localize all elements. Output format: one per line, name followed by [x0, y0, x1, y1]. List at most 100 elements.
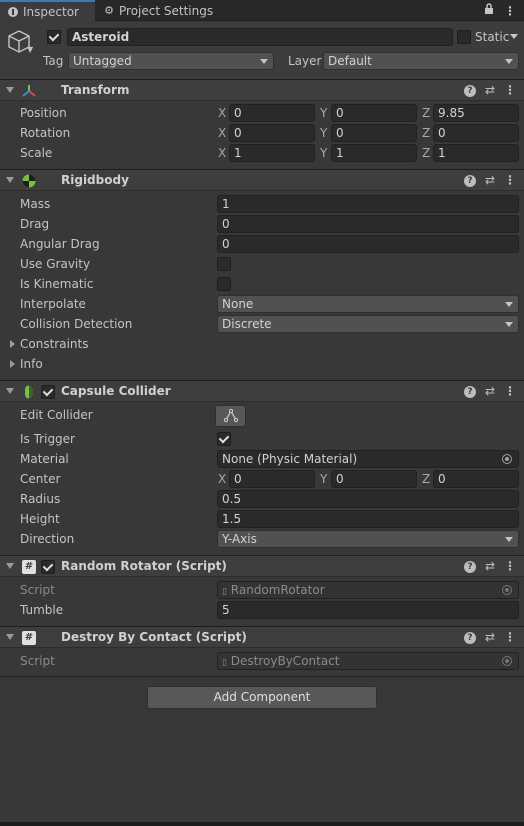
static-dropdown-arrow[interactable] [510, 34, 518, 39]
capsule-collider-header[interactable]: Capsule Collider ? ⇄ ⋮ [0, 380, 524, 402]
component-tools: ? ⇄ ⋮ [463, 384, 516, 398]
icon-dropdown-arrow[interactable]: ▼ [27, 45, 33, 54]
material-value: None (Physic Material) [222, 452, 358, 466]
collision-detection-dropdown[interactable]: Discrete [217, 315, 519, 333]
kebab-menu-icon[interactable]: ⋮ [504, 83, 516, 97]
info-foldout-icon[interactable] [10, 360, 15, 368]
rotation-x-field[interactable]: 0 [229, 124, 315, 142]
radius-field[interactable]: 0.5 [217, 490, 519, 508]
is-kinematic-checkbox[interactable] [217, 277, 231, 291]
axis-z-label: Z [422, 126, 431, 140]
presets-icon[interactable]: ⇄ [485, 559, 495, 573]
rotation-z-field[interactable]: 0 [433, 124, 519, 142]
foldout-arrow-icon[interactable] [6, 388, 14, 394]
info-label[interactable]: Info [20, 357, 43, 371]
scale-y-field[interactable]: 1 [331, 144, 417, 162]
presets-icon[interactable]: ⇄ [485, 83, 495, 97]
angular-drag-field[interactable]: 0 [217, 235, 519, 253]
transform-icon [22, 85, 36, 97]
constraints-foldout-icon[interactable] [10, 340, 15, 348]
material-field[interactable]: None (Physic Material) [217, 450, 519, 468]
drag-label: Drag [20, 217, 50, 231]
tumble-field[interactable]: 5 [217, 601, 519, 619]
tag-value: Untagged [73, 54, 132, 68]
chevron-down-icon [505, 59, 513, 64]
tag-dropdown[interactable]: Untagged [68, 52, 274, 70]
random-rotator-enabled-checkbox[interactable] [41, 560, 55, 574]
foldout-arrow-icon[interactable] [6, 634, 14, 640]
center-x-field[interactable]: 0 [229, 470, 315, 488]
layer-dropdown[interactable]: Default [323, 52, 519, 70]
foldout-arrow-icon[interactable] [6, 177, 14, 183]
position-y-field[interactable]: 0 [331, 104, 417, 122]
edit-collider-icon [223, 408, 238, 423]
help-icon[interactable]: ? [463, 632, 476, 644]
lock-icon[interactable] [484, 3, 494, 18]
scale-z-field[interactable]: 1 [433, 144, 519, 162]
position-x-field[interactable]: 0 [229, 104, 315, 122]
kebab-menu-icon[interactable]: ⋮ [504, 173, 516, 187]
drag-field[interactable]: 0 [217, 215, 519, 233]
axis-x-label: X [218, 126, 227, 140]
kebab-menu-icon[interactable]: ⋮ [504, 4, 516, 18]
capsule-collider-enabled-checkbox[interactable] [41, 385, 55, 399]
chevron-down-icon [505, 302, 513, 307]
presets-icon[interactable]: ⇄ [485, 384, 495, 398]
add-component-button[interactable]: Add Component [147, 686, 377, 709]
presets-icon[interactable]: ⇄ [485, 173, 495, 187]
kebab-menu-icon[interactable]: ⋮ [504, 630, 516, 644]
tag-label: Tag [43, 54, 64, 68]
foldout-arrow-icon[interactable] [6, 563, 14, 569]
direction-value: Y-Axis [222, 532, 257, 546]
object-header: ▼ Asteroid Static Tag Untagged Layer Def… [0, 22, 524, 80]
presets-icon[interactable]: ⇄ [485, 630, 495, 644]
object-picker-icon [502, 585, 512, 595]
is-trigger-checkbox[interactable] [217, 432, 231, 446]
mass-field[interactable]: 1 [217, 195, 519, 213]
help-icon[interactable]: ? [463, 386, 476, 398]
static-checkbox[interactable] [457, 30, 471, 44]
tab-project-settings[interactable]: ⚙ Project Settings [96, 0, 221, 21]
constraints-label[interactable]: Constraints [20, 337, 88, 351]
rigidbody-icon [22, 174, 36, 188]
help-icon[interactable]: ? [463, 175, 476, 187]
component-tools: ? ⇄ ⋮ [463, 173, 516, 187]
object-picker-icon[interactable] [502, 454, 512, 464]
height-field[interactable]: 1.5 [217, 510, 519, 528]
direction-dropdown[interactable]: Y-Axis [217, 530, 519, 548]
help-icon[interactable]: ? [463, 85, 476, 97]
random-rotator-header[interactable]: # Random Rotator (Script) ? ⇄ ⋮ [0, 555, 524, 577]
position-z-field[interactable]: 9.85 [433, 104, 519, 122]
rigidbody-header[interactable]: Rigidbody ? ⇄ ⋮ [0, 169, 524, 191]
rigidbody-title: Rigidbody [61, 173, 129, 187]
foldout-arrow-icon[interactable] [6, 87, 14, 93]
center-z-field[interactable]: 0 [433, 470, 519, 488]
interpolate-dropdown[interactable]: None [217, 295, 519, 313]
capsule-collider-title: Capsule Collider [61, 384, 171, 398]
scale-x-field[interactable]: 1 [229, 144, 315, 162]
transform-header[interactable]: Transform ? ⇄ ⋮ [0, 79, 524, 101]
tumble-label: Tumble [20, 603, 64, 617]
scale-label: Scale [20, 146, 53, 160]
rotation-y-field[interactable]: 0 [331, 124, 417, 142]
tab-inspector[interactable]: Inspector [0, 0, 95, 21]
object-name-field[interactable]: Asteroid [67, 28, 453, 46]
use-gravity-checkbox[interactable] [217, 257, 231, 271]
interpolate-label: Interpolate [20, 297, 86, 311]
axis-y-label: Y [320, 146, 328, 160]
active-checkbox[interactable] [47, 30, 61, 44]
center-y-field[interactable]: 0 [331, 470, 417, 488]
gear-icon: ⚙ [104, 4, 114, 17]
kebab-menu-icon[interactable]: ⋮ [504, 559, 516, 573]
tab-project-settings-label: Project Settings [119, 3, 214, 18]
axis-z-label: Z [422, 146, 431, 160]
chevron-down-icon [505, 322, 513, 327]
edit-collider-label: Edit Collider [20, 408, 93, 422]
kebab-menu-icon[interactable]: ⋮ [504, 384, 516, 398]
direction-label: Direction [20, 532, 75, 546]
tab-bar-tools: ⋮ [484, 0, 516, 21]
destroy-by-contact-header[interactable]: # Destroy By Contact (Script) ? ⇄ ⋮ [0, 626, 524, 648]
random-rotator-title: Random Rotator (Script) [61, 559, 227, 573]
help-icon[interactable]: ? [463, 561, 476, 573]
edit-collider-button[interactable] [215, 405, 246, 427]
